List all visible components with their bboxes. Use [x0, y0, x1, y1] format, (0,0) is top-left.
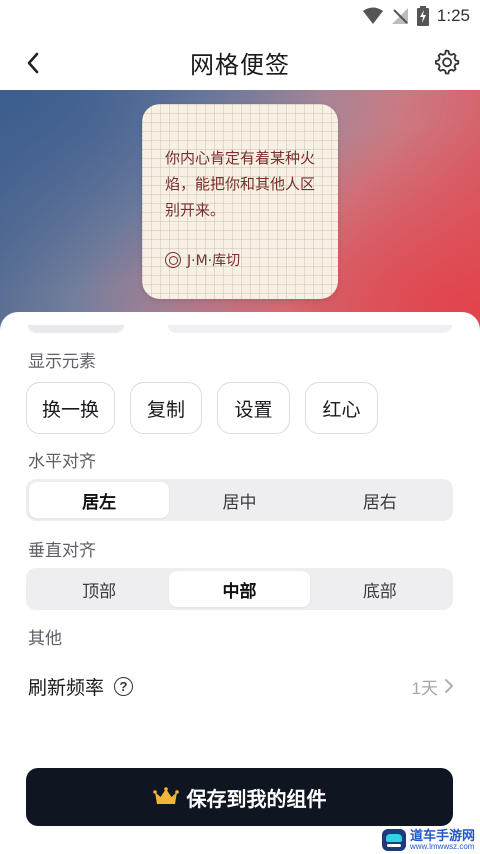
- refresh-frequency-value: 1天: [411, 678, 438, 698]
- align-center-option[interactable]: 居中: [169, 482, 309, 518]
- target-circle-icon: [165, 252, 181, 268]
- copy-button[interactable]: 复制: [130, 382, 202, 434]
- status-icons: 1:25: [362, 6, 470, 26]
- align-bottom-option[interactable]: 底部: [310, 571, 450, 607]
- car-logo-icon: [382, 829, 406, 851]
- vertical-align-label: 垂直对齐: [28, 541, 96, 561]
- watermark: 道车手游网 www.lmwwsz.com: [382, 826, 480, 854]
- settings-element-button[interactable]: 设置: [217, 382, 290, 434]
- status-bar: 1:25: [0, 0, 480, 34]
- align-left-option[interactable]: 居左: [29, 482, 170, 518]
- save-button-label: 保存到我的组件: [186, 786, 327, 811]
- watermark-text: 道车手游网 www.lmwwsz.com: [410, 830, 475, 851]
- note-author: J·M·库切: [187, 253, 241, 269]
- align-right-option[interactable]: 居右: [310, 482, 450, 518]
- grid-note-card: 你内心肯定有着某种火焰，能把你和其他人区别开来。 J·M·库切: [142, 104, 338, 299]
- note-quote-text: 你内心肯定有着某种火焰，能把你和其他人区别开来。: [165, 149, 316, 219]
- display-elements-label: 显示元素: [28, 352, 96, 372]
- align-top-option[interactable]: 顶部: [29, 571, 169, 607]
- gear-icon: [435, 49, 460, 75]
- settings-button[interactable]: [430, 46, 462, 78]
- battery-charging-icon: [416, 6, 429, 26]
- refresh-frequency-row[interactable]: 刷新频率 ? 1天: [28, 672, 454, 700]
- app-bar: 网格便签: [0, 34, 480, 90]
- shuffle-button[interactable]: 换一换: [26, 382, 115, 434]
- sheet-tab-indicator-right: [168, 325, 452, 333]
- signal-off-icon: [391, 8, 408, 24]
- sheet-tab-indicator-left: [28, 325, 124, 333]
- chevron-right-icon: [445, 679, 453, 693]
- heart-button[interactable]: 红心: [305, 382, 378, 434]
- watermark-sub: www.lmwwsz.com: [410, 841, 475, 851]
- other-label: 其他: [28, 629, 62, 649]
- save-to-my-widgets-button[interactable]: 保存到我的组件: [26, 768, 453, 826]
- wifi-icon: [362, 7, 383, 24]
- page-title: 网格便签: [190, 51, 290, 79]
- horizontal-align-segment: 居左 居中 居右: [26, 479, 453, 521]
- watermark-main: 道车手游网: [410, 828, 476, 844]
- align-middle-option[interactable]: 中部: [169, 571, 310, 607]
- horizontal-align-label: 水平对齐: [28, 452, 96, 472]
- display-elements-row: 换一换 复制 设置 红心: [26, 382, 378, 434]
- question-circle-icon[interactable]: ?: [114, 676, 134, 696]
- status-time: 1:25: [436, 6, 470, 25]
- vertical-align-segment: 顶部 中部 底部: [26, 568, 453, 610]
- crown-icon: [152, 787, 179, 804]
- refresh-frequency-label: 刷新频率: [28, 676, 105, 699]
- note-signature: J·M·库切: [165, 250, 240, 270]
